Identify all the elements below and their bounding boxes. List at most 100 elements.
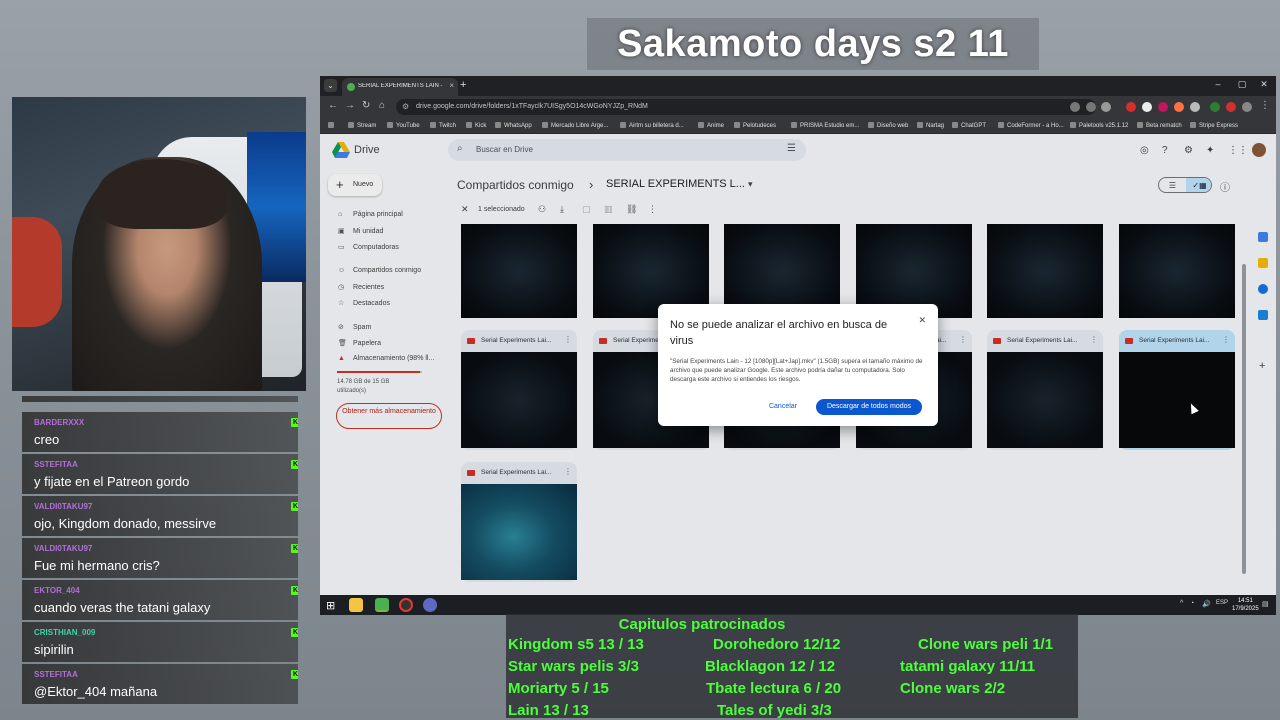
cancel-button[interactable]: Cancelar xyxy=(762,399,804,415)
bookmark-item[interactable]: Airtm su billetera d... xyxy=(620,122,684,129)
clock-date: 17/9/2025 xyxy=(1232,606,1259,612)
sponsored-item: Clone wars 2/2 xyxy=(900,680,1006,697)
new-tab-icon[interactable]: + xyxy=(460,79,466,91)
tab-title: SERIAL EXPERIMENTS LAIN - G xyxy=(358,83,442,89)
navigation-bar: ← → ↻ ⌂ ⚙ drive.google.com/drive/folders… xyxy=(320,96,1276,118)
puzzle-icon[interactable] xyxy=(1190,102,1200,112)
sponsored-item: Dorohedoro 12/12 xyxy=(713,636,841,653)
kick-badge-icon: K xyxy=(291,628,298,637)
browser-tab-active[interactable]: SERIAL EXPERIMENTS LAIN - G × xyxy=(342,78,458,96)
chat-username: CRISTHIAN_009 xyxy=(34,628,96,637)
bookmark-item[interactable]: Stream xyxy=(348,122,376,129)
tab-close-icon[interactable]: × xyxy=(449,81,454,90)
bookmark-item[interactable]: Kick xyxy=(466,122,486,129)
tray-chevron-icon[interactable]: ^ xyxy=(1180,600,1183,607)
chat-text: ojo, Kingdom donado, messirve xyxy=(34,516,217,531)
network-icon[interactable]: ◔ xyxy=(1190,600,1194,607)
streamer-hair xyxy=(97,159,227,229)
sponsored-item: Moriarty 5 / 15 xyxy=(508,680,609,697)
chat-message: SSTEFITAA @Ektor_404 mañana K xyxy=(22,664,298,704)
site-info-icon[interactable]: ⚙ xyxy=(402,102,409,111)
close-icon[interactable]: ✕ xyxy=(918,315,926,326)
chat-text: cuando veras the tatani galaxy xyxy=(34,600,211,615)
extension-icon[interactable] xyxy=(1158,102,1168,112)
kick-badge-icon: K xyxy=(291,502,298,511)
bookmark-item[interactable]: Stripe Express xyxy=(1190,122,1238,129)
bookmark-item[interactable]: Mercado Libre Arge... xyxy=(542,122,608,129)
home-icon[interactable]: ⌂ xyxy=(379,100,385,111)
chrome-icon[interactable] xyxy=(375,598,389,612)
sponsored-item: Star wars pelis 3/3 xyxy=(508,658,639,675)
file-explorer-icon[interactable] xyxy=(349,598,363,612)
bookmark-star-icon[interactable] xyxy=(1101,102,1111,112)
chat-username: SSTEFITAA xyxy=(34,460,78,469)
minimize-icon[interactable]: – xyxy=(1208,79,1228,89)
bookmarks-folder-icon[interactable] xyxy=(328,122,337,129)
bookmarks-bar: Stream YouTube Twitch Kick WhatsApp Merc… xyxy=(320,118,1276,134)
extension-icon[interactable] xyxy=(1242,102,1252,112)
chat-message: EKTOR_404 cuando veras the tatani galaxy… xyxy=(22,580,298,620)
extension-icon[interactable] xyxy=(1142,102,1152,112)
bookmark-item[interactable]: Anime xyxy=(698,122,724,129)
chat-text: sipirilin xyxy=(34,642,74,657)
chat-text: Fue mi hermano cris? xyxy=(34,558,160,573)
bookmark-item[interactable]: CodeFormer - a Ho... xyxy=(998,122,1064,129)
sponsored-item: Tbate lectura 6 / 20 xyxy=(706,680,842,697)
bookmark-item[interactable]: ChatGPT xyxy=(952,122,986,129)
close-window-icon[interactable]: ✕ xyxy=(1254,79,1274,90)
url-text: drive.google.com/drive/folders/1xTFayclk… xyxy=(416,103,648,110)
extension-icon[interactable] xyxy=(1174,102,1184,112)
extension-icon[interactable] xyxy=(1126,102,1136,112)
chat-username: EKTOR_404 xyxy=(34,586,80,595)
menu-icon[interactable]: ⋮ xyxy=(1260,100,1270,111)
chat-message: SSTEFITAA y fijate en el Patreon gordo K xyxy=(22,454,298,494)
stream-title: Sakamoto days s2 11 xyxy=(587,18,1039,70)
bookmark-item[interactable]: Twitch xyxy=(430,122,456,129)
bookmark-item[interactable]: Pelotudeces xyxy=(734,122,776,129)
chat-message-partial xyxy=(22,396,298,402)
chat-message: BARDERXXX creo K xyxy=(22,412,298,452)
notifications-icon[interactable]: ▤ xyxy=(1262,600,1269,608)
profile-icon[interactable] xyxy=(1210,102,1220,112)
sponsored-item: Blacklagon 12 / 12 xyxy=(705,658,836,675)
chat-username: BARDERXXX xyxy=(34,418,85,427)
windows-start-icon[interactable]: ⊞ xyxy=(326,599,335,612)
windows-taskbar: ⊞ ^ ◔ 🔊 ESP 14:51 17/9/2025 ▤ xyxy=(320,595,1276,615)
language-indicator[interactable]: ESP xyxy=(1216,600,1228,606)
chat-username: SSTEFITAA xyxy=(34,670,78,679)
sponsored-item: Tales of yedi 3/3 xyxy=(717,702,832,719)
volume-icon[interactable]: 🔊 xyxy=(1202,600,1211,608)
drive-favicon-icon xyxy=(347,83,355,91)
chat-message: CRISTHIAN_009 sipirilin K xyxy=(22,622,298,662)
discord-icon[interactable] xyxy=(423,598,437,612)
sponsored-title: Capitulos patrocinados xyxy=(618,616,786,633)
bookmark-item[interactable]: Diseño web xyxy=(868,122,908,129)
download-anyway-button[interactable]: Descargar de todos modos xyxy=(816,399,922,415)
tab-search-button[interactable]: ⌄ xyxy=(324,79,337,92)
dialog-title: No se puede analizar el archivo en busca… xyxy=(670,319,888,347)
chat-panel: BARDERXXX creo K SSTEFITAA y fijate en e… xyxy=(12,396,298,708)
reload-icon[interactable]: ↻ xyxy=(362,100,370,111)
chat-username: VALDI0TAKU97 xyxy=(34,502,93,511)
obs-icon[interactable] xyxy=(399,598,413,612)
chat-message: VALDI0TAKU97 ojo, Kingdom donado, messir… xyxy=(22,496,298,536)
chat-text: y fijate en el Patreon gordo xyxy=(34,474,190,489)
chat-username: VALDI0TAKU97 xyxy=(34,544,93,553)
tab-bar: ⌄ SERIAL EXPERIMENTS LAIN - G × + – ▢ ✕ xyxy=(320,76,1276,96)
bookmark-item[interactable]: YouTube xyxy=(387,122,420,129)
forward-icon[interactable]: → xyxy=(345,100,355,111)
hide-icon[interactable] xyxy=(1086,102,1096,112)
bookmark-item[interactable]: Beta rematch xyxy=(1137,122,1182,129)
sponsored-item: tatami galaxy 11/11 xyxy=(900,658,1036,675)
bookmark-item[interactable]: Paletools v25.1.12 xyxy=(1070,122,1128,129)
address-bar[interactable]: ⚙ drive.google.com/drive/folders/1xTFayc… xyxy=(396,99,1096,115)
bookmark-item[interactable]: Nartag xyxy=(917,122,944,129)
extension-icon[interactable] xyxy=(1226,102,1236,112)
bookmark-item[interactable]: PRISMA Estudio em... xyxy=(791,122,859,129)
bookmark-item[interactable]: WhatsApp xyxy=(495,122,532,129)
kick-badge-icon: K xyxy=(291,544,298,553)
back-icon[interactable]: ← xyxy=(328,100,338,111)
cast-icon[interactable] xyxy=(1070,102,1080,112)
clock[interactable]: 14:51 17/9/2025 xyxy=(1232,597,1259,613)
maximize-icon[interactable]: ▢ xyxy=(1232,79,1252,90)
